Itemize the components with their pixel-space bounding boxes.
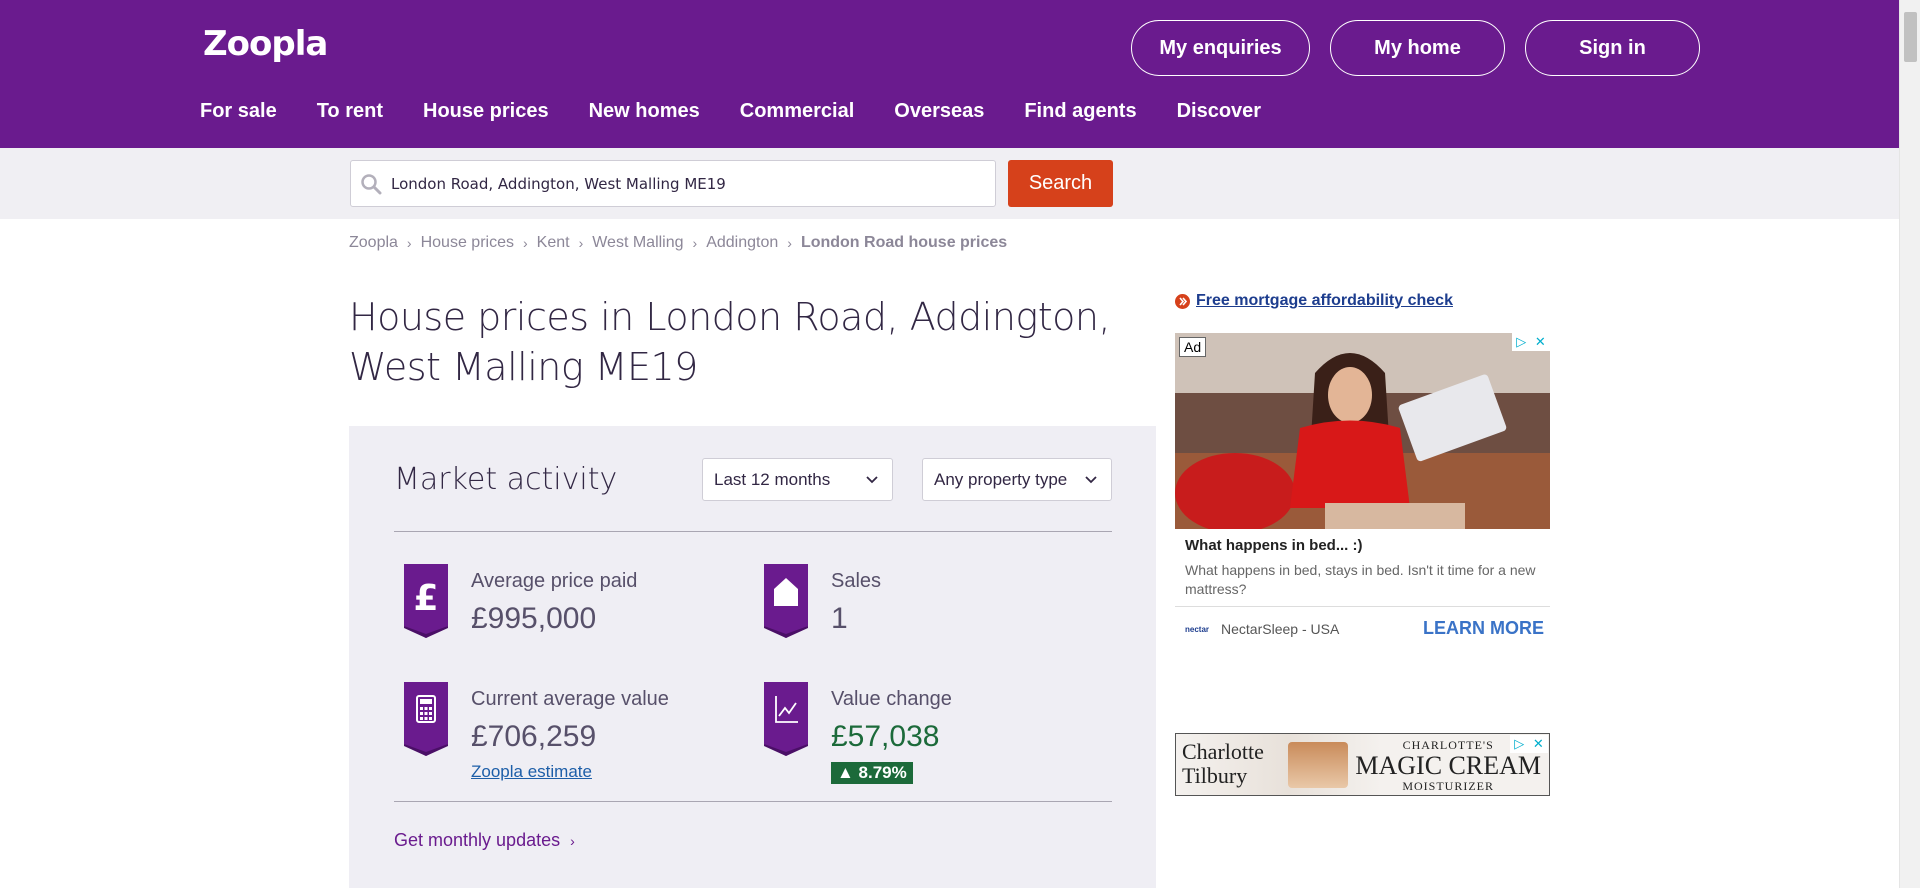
adchoices-icon: ▷ xyxy=(1514,736,1525,751)
nectar-logo: nectar xyxy=(1185,624,1210,634)
mortgage-link-label: Free mortgage affordability check xyxy=(1196,292,1453,309)
arrow-circle-icon xyxy=(1175,293,1190,309)
breadcrumb-addington[interactable]: Addington xyxy=(706,234,778,252)
svg-text:£: £ xyxy=(413,578,438,619)
search-input[interactable]: London Road, Addington, West Malling ME1… xyxy=(350,160,996,207)
house-icon xyxy=(764,564,808,638)
breadcrumb-west-malling[interactable]: West Malling xyxy=(592,234,683,252)
ad2-brand: Charlotte Tilbury xyxy=(1182,739,1264,788)
ad-choices-close[interactable]: ▷ ✕ xyxy=(1510,735,1548,753)
ad2-product-image xyxy=(1288,742,1348,788)
monthly-updates-label: Get monthly updates xyxy=(394,830,561,850)
ad-tag: Ad xyxy=(1179,337,1207,357)
property-type-select-value: Any property type xyxy=(934,469,1068,489)
search-input-value: London Road, Addington, West Malling ME1… xyxy=(391,174,726,193)
sign-in-button[interactable]: Sign in xyxy=(1525,20,1700,76)
mortgage-affordability-link[interactable]: Free mortgage affordability check xyxy=(1175,292,1453,310)
period-select[interactable]: Last 12 months xyxy=(702,458,893,501)
chevron-right-icon: › xyxy=(406,235,412,251)
page-scrollbar[interactable] xyxy=(1899,0,1920,888)
stat-value: £57,038 xyxy=(831,720,940,753)
divider xyxy=(394,531,1112,532)
ad-photo-illustration xyxy=(1175,333,1550,529)
close-icon: ✕ xyxy=(1532,736,1544,751)
divider xyxy=(1175,606,1550,607)
stat-label: Value change xyxy=(831,688,952,710)
nav-commercial[interactable]: Commercial xyxy=(740,100,855,123)
search-icon xyxy=(351,173,391,195)
nav-to-rent[interactable]: To rent xyxy=(317,100,383,123)
stat-value: 1 xyxy=(831,602,848,635)
search-button[interactable]: Search xyxy=(1008,160,1113,207)
ad-image: Ad ▷ ✕ xyxy=(1175,333,1550,529)
breadcrumb: Zoopla › House prices › Kent › West Mall… xyxy=(349,234,1007,252)
nav-overseas[interactable]: Overseas xyxy=(894,100,984,123)
stat-label: Current average value xyxy=(471,688,669,710)
adchoices-icon: ▷ xyxy=(1516,334,1527,349)
learn-more-button[interactable]: LEARN MORE xyxy=(1423,618,1544,639)
chevron-right-icon: › xyxy=(570,832,575,849)
chevron-down-icon xyxy=(866,476,878,484)
pound-icon: £ xyxy=(404,564,448,638)
zoopla-estimate-link[interactable]: Zoopla estimate xyxy=(471,762,592,782)
period-select-value: Last 12 months xyxy=(714,469,831,489)
market-activity-title: Market activity xyxy=(394,462,618,497)
zoopla-logo[interactable]: Zoopla xyxy=(203,24,328,64)
value-change-badge: ▲ 8.79% xyxy=(831,762,913,784)
chevron-right-icon: › xyxy=(578,235,584,251)
chevron-down-icon xyxy=(1085,476,1097,484)
page-title: House prices in London Road, Addington, … xyxy=(349,295,1111,389)
my-home-button[interactable]: My home xyxy=(1330,20,1505,76)
main-nav: For sale To rent House prices New homes … xyxy=(200,100,1301,123)
monthly-updates-link[interactable]: Get monthly updates › xyxy=(394,830,575,851)
close-icon: ✕ xyxy=(1534,334,1546,349)
ad-headline: What happens in bed... :) xyxy=(1185,537,1363,554)
breadcrumb-zoopla[interactable]: Zoopla xyxy=(349,234,398,252)
advertisement-nectar[interactable]: Ad ▷ ✕ What happens in bed... :) What ha… xyxy=(1175,333,1550,643)
chart-icon xyxy=(764,682,808,756)
breadcrumb-kent[interactable]: Kent xyxy=(537,234,570,252)
nav-house-prices[interactable]: House prices xyxy=(423,100,549,123)
scroll-thumb[interactable] xyxy=(1904,12,1917,62)
breadcrumb-current: London Road house prices xyxy=(800,234,1008,251)
property-type-select[interactable]: Any property type xyxy=(922,458,1112,501)
ad-body: What happens in bed, stays in bed. Isn't… xyxy=(1185,562,1536,597)
nav-discover[interactable]: Discover xyxy=(1177,100,1262,123)
stat-value: £706,259 xyxy=(471,720,597,753)
stat-value: £995,000 xyxy=(471,602,597,635)
market-activity-panel: Market activity Last 12 months Any prope… xyxy=(349,426,1156,888)
calculator-icon xyxy=(404,682,448,756)
nav-find-agents[interactable]: Find agents xyxy=(1024,100,1136,123)
ad2-product-line2: MAGIC CREAM xyxy=(1355,751,1541,780)
divider xyxy=(394,801,1112,802)
ad2-product-line3: MOISTURIZER xyxy=(1402,779,1495,793)
stat-label: Sales xyxy=(831,570,882,592)
chevron-right-icon: › xyxy=(787,235,792,251)
breadcrumb-house-prices[interactable]: House prices xyxy=(421,234,514,252)
ad-advertiser-name: NectarSleep - USA xyxy=(1221,621,1340,637)
my-enquiries-button[interactable]: My enquiries xyxy=(1131,20,1310,76)
ad-advertiser: nectar NectarSleep - USA xyxy=(1185,621,1339,637)
chevron-right-icon: › xyxy=(692,235,698,251)
chevron-right-icon: › xyxy=(522,235,528,251)
nav-for-sale[interactable]: For sale xyxy=(200,100,277,123)
advertisement-charlotte-tilbury[interactable]: Charlotte Tilbury CHARLOTTE'S MAGIC CREA… xyxy=(1175,733,1550,796)
ad-choices-close[interactable]: ▷ ✕ xyxy=(1512,333,1550,351)
nav-new-homes[interactable]: New homes xyxy=(589,100,700,123)
site-header: Zoopla My enquiries My home Sign in For … xyxy=(0,0,1899,148)
stat-label: Average price paid xyxy=(471,570,638,592)
